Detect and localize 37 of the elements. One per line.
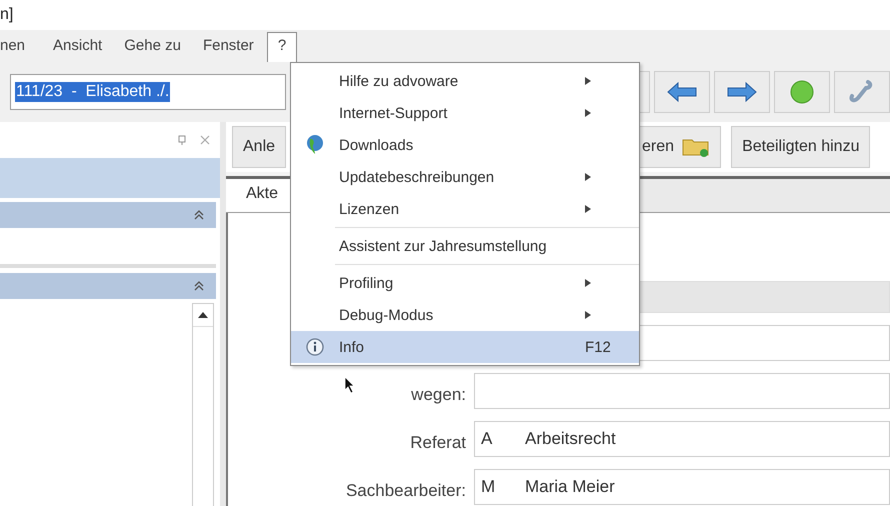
menu-item[interactable]: Assistent zur Jahresumstellung xyxy=(291,230,639,262)
field-label: wegen: xyxy=(410,385,467,406)
input-field[interactable] xyxy=(474,373,890,409)
window-title: n] xyxy=(0,6,14,24)
menu-item[interactable]: nen xyxy=(0,37,36,62)
toolbar-button[interactable] xyxy=(654,71,710,113)
collapse-icon[interactable] xyxy=(194,210,204,220)
input-field[interactable]: M Maria Meier xyxy=(474,469,890,505)
field-label: Sachbearbeiter: xyxy=(344,481,467,502)
menu-item[interactable]: Fenster xyxy=(192,37,265,62)
toolbar-button[interactable]: Beteiligten hinzu xyxy=(731,126,870,168)
menu-item[interactable]: Ansicht xyxy=(42,37,114,62)
field-label: Referat xyxy=(409,433,467,454)
toolbar-button[interactable] xyxy=(834,71,890,113)
menu-item[interactable]: Gehe zu xyxy=(113,37,192,62)
input-field[interactable]: A Arbeitsrecht xyxy=(474,421,890,457)
up-arrow-icon xyxy=(198,312,208,318)
toolbar-button[interactable] xyxy=(774,71,830,113)
case-search-field[interactable]: 111/23 - Elisabeth ./. xyxy=(10,74,286,110)
menu-item[interactable]: ? xyxy=(266,32,298,62)
toolbar-button[interactable]: Anle xyxy=(232,126,286,168)
menu-item[interactable]: Debug-Modus xyxy=(291,299,639,331)
menu-item[interactable]: Info F12 xyxy=(291,331,639,363)
menu-item[interactable]: Internet-Support xyxy=(291,97,639,129)
mouse-cursor-icon xyxy=(344,376,356,394)
arrow-right-icon xyxy=(726,80,758,104)
toolbar-button[interactable] xyxy=(714,71,770,113)
info-icon xyxy=(306,338,324,356)
menu-item[interactable]: Hilfe zu advoware xyxy=(291,65,639,97)
globe-icon xyxy=(306,134,324,156)
scrollbar[interactable] xyxy=(192,303,214,506)
pin-icon[interactable] xyxy=(178,135,186,145)
close-icon[interactable] xyxy=(200,135,210,145)
menu-item[interactable]: Lizenzen xyxy=(291,193,639,225)
arrow-left-icon xyxy=(666,80,698,104)
menu-item[interactable]: Profiling xyxy=(291,267,639,299)
collapse-icon[interactable] xyxy=(194,281,204,291)
